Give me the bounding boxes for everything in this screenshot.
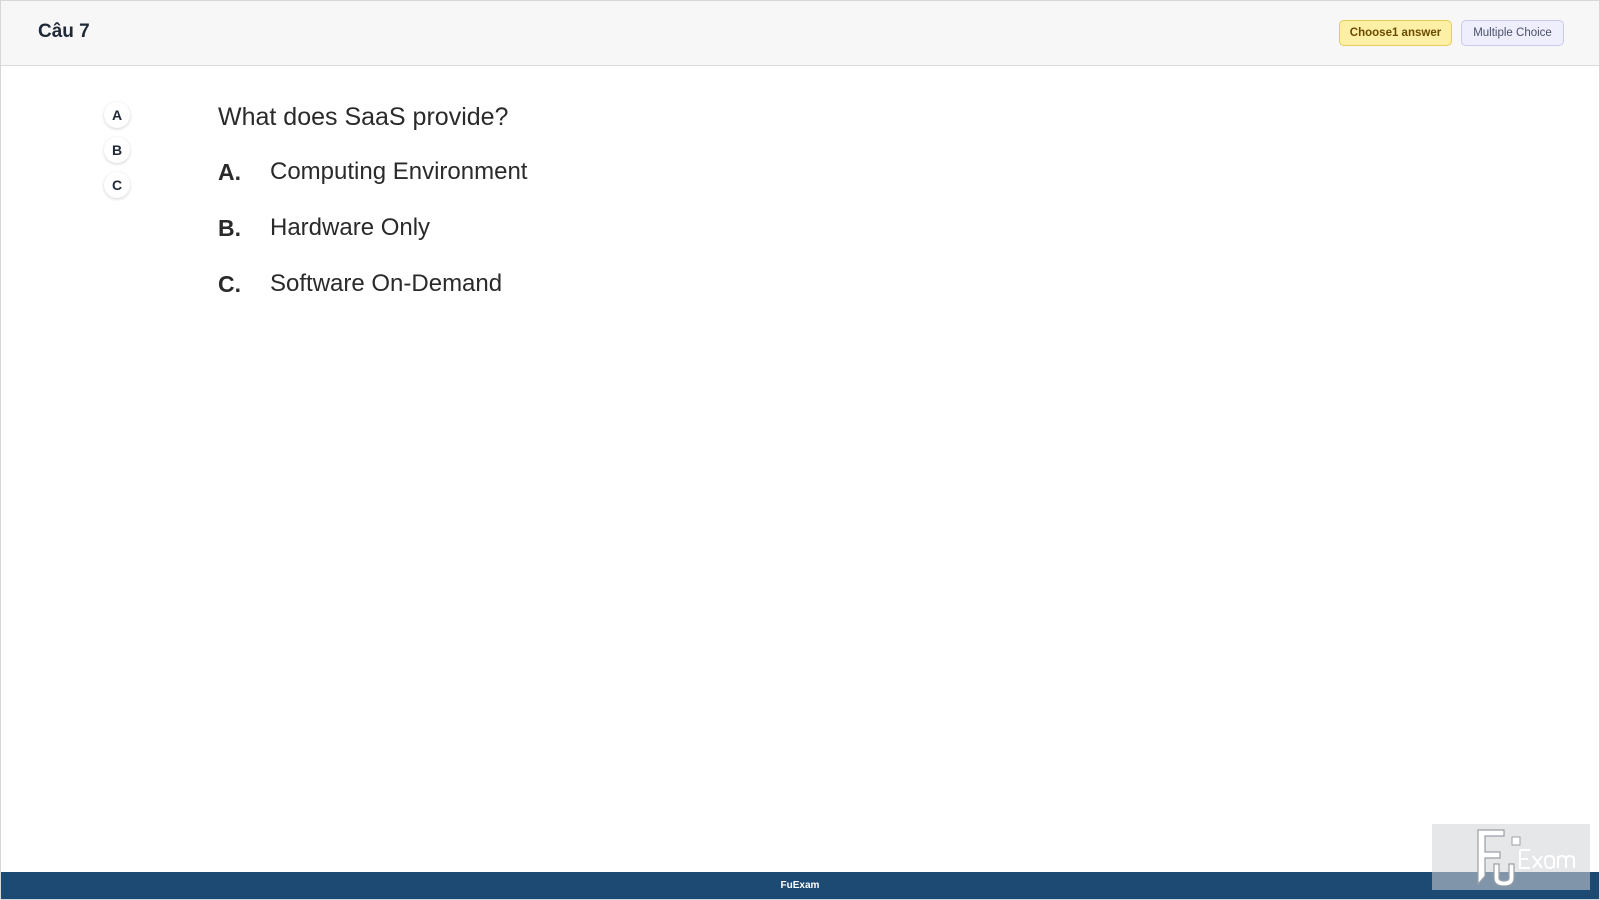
option-text: Hardware Only: [270, 214, 431, 241]
question-number: Câu 7: [38, 21, 90, 42]
answer-nav-b[interactable]: B: [104, 137, 130, 163]
answer-option-b[interactable]: B. Hardware Only: [218, 214, 508, 245]
footer-brand: FuExam: [780, 880, 820, 891]
answer-navigation: A B C: [104, 102, 130, 207]
answer-option-c[interactable]: C. Software On-Demand: [218, 270, 508, 301]
answer-nav-c[interactable]: C: [104, 172, 130, 198]
choose-answer-badge: Choose1 answer: [1339, 20, 1452, 46]
option-letter: B.: [218, 215, 241, 241]
question-area: What does SaaS provide? A. Computing Env…: [218, 101, 527, 327]
answer-nav-a[interactable]: A: [104, 102, 130, 128]
page-frame: Câu 7 Choose1 answer Multiple Choice A B…: [0, 0, 1600, 900]
question-header: Câu 7 Choose1 answer Multiple Choice: [1, 1, 1599, 66]
question-text: What does SaaS provide?: [218, 103, 509, 131]
option-letter: C.: [218, 271, 241, 297]
question-type-badge: Multiple Choice: [1461, 20, 1564, 46]
option-text: Software On-Demand: [270, 270, 503, 297]
answer-option-a[interactable]: A. Computing Environment: [218, 158, 527, 189]
option-text: Computing Environment: [270, 158, 528, 185]
footer-bar: FuExam: [1, 872, 1599, 899]
option-letter: A.: [218, 159, 241, 185]
